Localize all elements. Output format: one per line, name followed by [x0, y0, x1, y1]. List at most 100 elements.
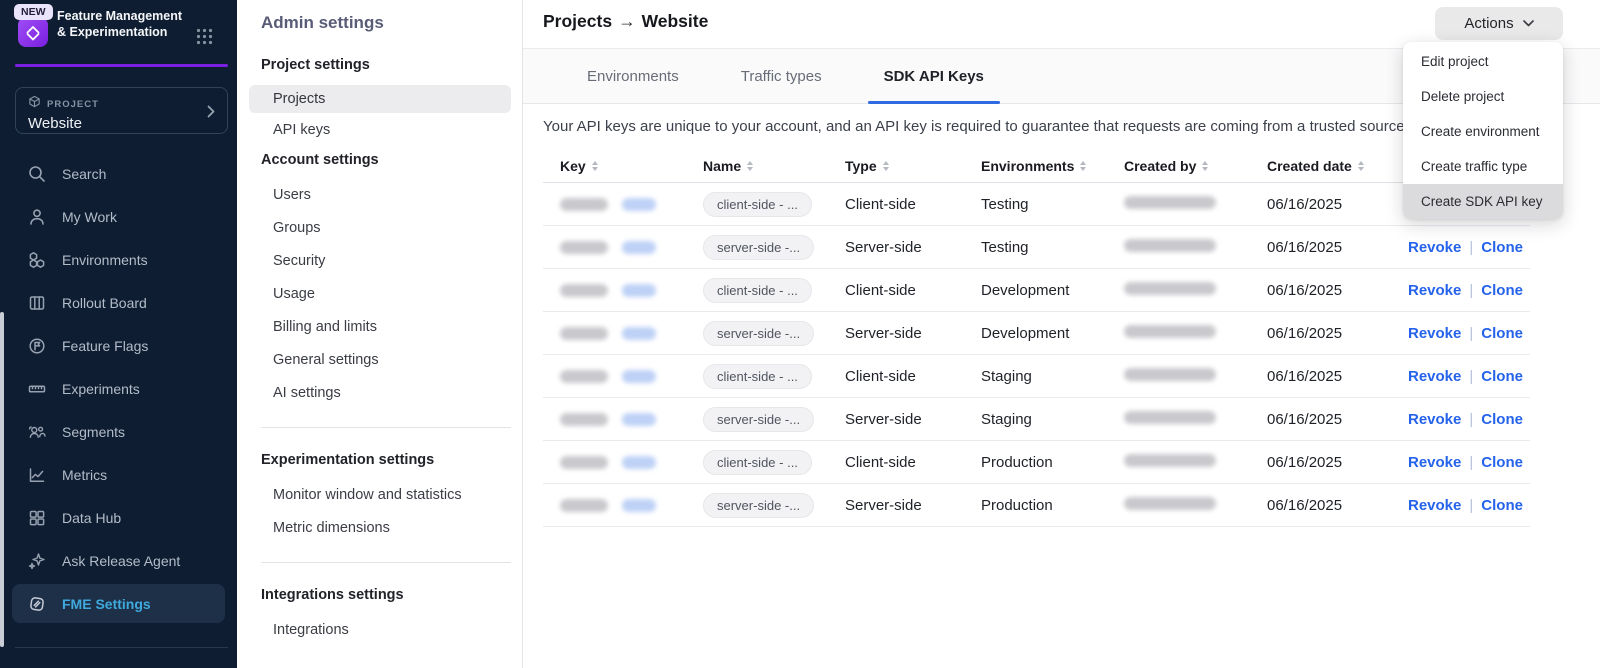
menu-item-create-environment[interactable]: Create environment — [1403, 114, 1563, 149]
redacted-copy-link[interactable] — [622, 284, 656, 297]
revoke-link[interactable]: Revoke — [1408, 411, 1461, 428]
admin-settings-panel: Admin settings Project settings Projects… — [237, 0, 523, 668]
redacted-api-key — [560, 456, 608, 469]
name-cell: client-side - ... — [686, 364, 828, 389]
redacted-copy-link[interactable] — [622, 198, 656, 211]
tab-environments[interactable]: Environments — [587, 49, 679, 103]
revoke-link[interactable]: Revoke — [1408, 325, 1461, 342]
sidebar-item-ask-release-agent[interactable]: Ask Release Agent — [0, 539, 237, 582]
admin-item-ai-settings[interactable]: AI settings — [273, 376, 522, 409]
column-header-created-by[interactable]: Created by — [1107, 158, 1250, 174]
column-header-name[interactable]: Name — [686, 158, 828, 174]
key-name-pill[interactable]: server-side -... — [703, 235, 814, 260]
revoke-link[interactable]: Revoke — [1408, 282, 1461, 299]
clone-link[interactable]: Clone — [1481, 497, 1523, 514]
project-selector[interactable]: PROJECT Website — [15, 87, 228, 134]
action-separator: | — [1469, 368, 1473, 385]
key-name-pill[interactable]: client-side - ... — [703, 278, 812, 303]
admin-item-users[interactable]: Users — [273, 178, 522, 211]
redacted-copy-link[interactable] — [622, 327, 656, 340]
key-name-pill[interactable]: server-side -... — [703, 407, 814, 432]
admin-item-security[interactable]: Security — [273, 244, 522, 277]
environment-cell: Production — [964, 497, 1107, 514]
revoke-link[interactable]: Revoke — [1408, 497, 1461, 514]
name-cell: server-side -... — [686, 235, 828, 260]
column-header-key[interactable]: Key — [543, 158, 686, 174]
action-separator: | — [1469, 325, 1473, 342]
sidebar-item-search[interactable]: Search — [0, 152, 237, 195]
chevron-right-icon — [207, 105, 215, 123]
clone-link[interactable]: Clone — [1481, 454, 1523, 471]
admin-item-billing-and-limits[interactable]: Billing and limits — [273, 310, 522, 343]
admin-item-general-settings[interactable]: General settings — [273, 343, 522, 376]
revoke-link[interactable]: Revoke — [1408, 368, 1461, 385]
table-row: server-side -... Server-side Development… — [543, 312, 1530, 355]
menu-item-create-traffic-type[interactable]: Create traffic type — [1403, 149, 1563, 184]
admin-item-api-keys[interactable]: API keys — [273, 113, 522, 146]
sidebar-item-data-hub[interactable]: Data Hub — [0, 496, 237, 539]
revoke-link[interactable]: Revoke — [1408, 239, 1461, 256]
redacted-copy-link[interactable] — [622, 370, 656, 383]
table-row: server-side -... Server-side Testing 06/… — [543, 226, 1530, 269]
action-separator: | — [1469, 454, 1473, 471]
type-cell: Server-side — [828, 239, 964, 256]
breadcrumb-parent[interactable]: Projects — [543, 11, 612, 31]
redacted-copy-link[interactable] — [622, 456, 656, 469]
actions-cell: Revoke | Clone — [1380, 325, 1530, 342]
sidebar-item-my-work[interactable]: My Work — [0, 195, 237, 238]
name-cell: server-side -... — [686, 493, 828, 518]
scrollbar-thumb[interactable] — [0, 312, 4, 647]
clone-link[interactable]: Clone — [1481, 239, 1523, 256]
sidebar-item-environments[interactable]: Environments — [0, 238, 237, 281]
clone-link[interactable]: Clone — [1481, 282, 1523, 299]
admin-item-integrations[interactable]: Integrations — [273, 613, 522, 646]
key-cell — [543, 241, 686, 254]
sidebar-item-rollout-board[interactable]: Rollout Board — [0, 281, 237, 324]
table-row: server-side -... Server-side Production … — [543, 484, 1530, 527]
column-header-environments[interactable]: Environments — [964, 158, 1107, 174]
admin-item-metric-dimensions[interactable]: Metric dimensions — [273, 511, 522, 544]
apps-grid-icon[interactable] — [196, 28, 213, 50]
action-separator: | — [1469, 282, 1473, 299]
menu-item-delete-project[interactable]: Delete project — [1403, 79, 1563, 114]
admin-item-usage[interactable]: Usage — [273, 277, 522, 310]
column-header-created-date[interactable]: Created date — [1250, 158, 1380, 174]
key-name-pill[interactable]: client-side - ... — [703, 192, 812, 217]
redacted-created-by — [1124, 497, 1216, 510]
created-by-cell — [1107, 497, 1250, 514]
redacted-created-by — [1124, 454, 1216, 467]
redacted-copy-link[interactable] — [622, 241, 656, 254]
clone-link[interactable]: Clone — [1481, 368, 1523, 385]
actions-cell: Revoke | Clone — [1380, 411, 1530, 428]
admin-item-groups[interactable]: Groups — [273, 211, 522, 244]
sidebar-item-feature-flags[interactable]: Feature Flags — [0, 324, 237, 367]
redacted-created-by — [1124, 196, 1216, 209]
key-name-pill[interactable]: server-side -... — [703, 493, 814, 518]
sidebar-item-metrics[interactable]: Metrics — [0, 453, 237, 496]
admin-item-monitor-window[interactable]: Monitor window and statistics — [273, 478, 522, 511]
redacted-copy-link[interactable] — [622, 499, 656, 512]
tab-traffic-types[interactable]: Traffic types — [741, 49, 822, 103]
actions-cell: Revoke | Clone — [1380, 454, 1530, 471]
key-name-pill[interactable]: server-side -... — [703, 321, 814, 346]
admin-item-projects[interactable]: Projects — [249, 85, 511, 113]
revoke-link[interactable]: Revoke — [1408, 454, 1461, 471]
sidebar-item-segments[interactable]: Segments — [0, 410, 237, 453]
redacted-api-key — [560, 241, 608, 254]
actions-cell: Revoke | Clone — [1380, 239, 1530, 256]
key-name-pill[interactable]: client-side - ... — [703, 450, 812, 475]
tab-sdk-api-keys[interactable]: SDK API Keys — [884, 49, 984, 103]
actions-button[interactable]: Actions — [1435, 7, 1563, 40]
people-icon — [27, 422, 47, 442]
clone-link[interactable]: Clone — [1481, 325, 1523, 342]
key-name-pill[interactable]: client-side - ... — [703, 364, 812, 389]
menu-item-edit-project[interactable]: Edit project — [1403, 44, 1563, 79]
menu-item-create-sdk-api-key[interactable]: Create SDK API key — [1403, 184, 1563, 219]
clone-link[interactable]: Clone — [1481, 411, 1523, 428]
column-header-type[interactable]: Type — [828, 158, 964, 174]
project-label: PROJECT — [47, 99, 99, 110]
action-separator: | — [1469, 411, 1473, 428]
redacted-copy-link[interactable] — [622, 413, 656, 426]
sidebar-item-experiments[interactable]: Experiments — [0, 367, 237, 410]
sidebar-item-fme-settings[interactable]: FME Settings — [12, 584, 225, 623]
